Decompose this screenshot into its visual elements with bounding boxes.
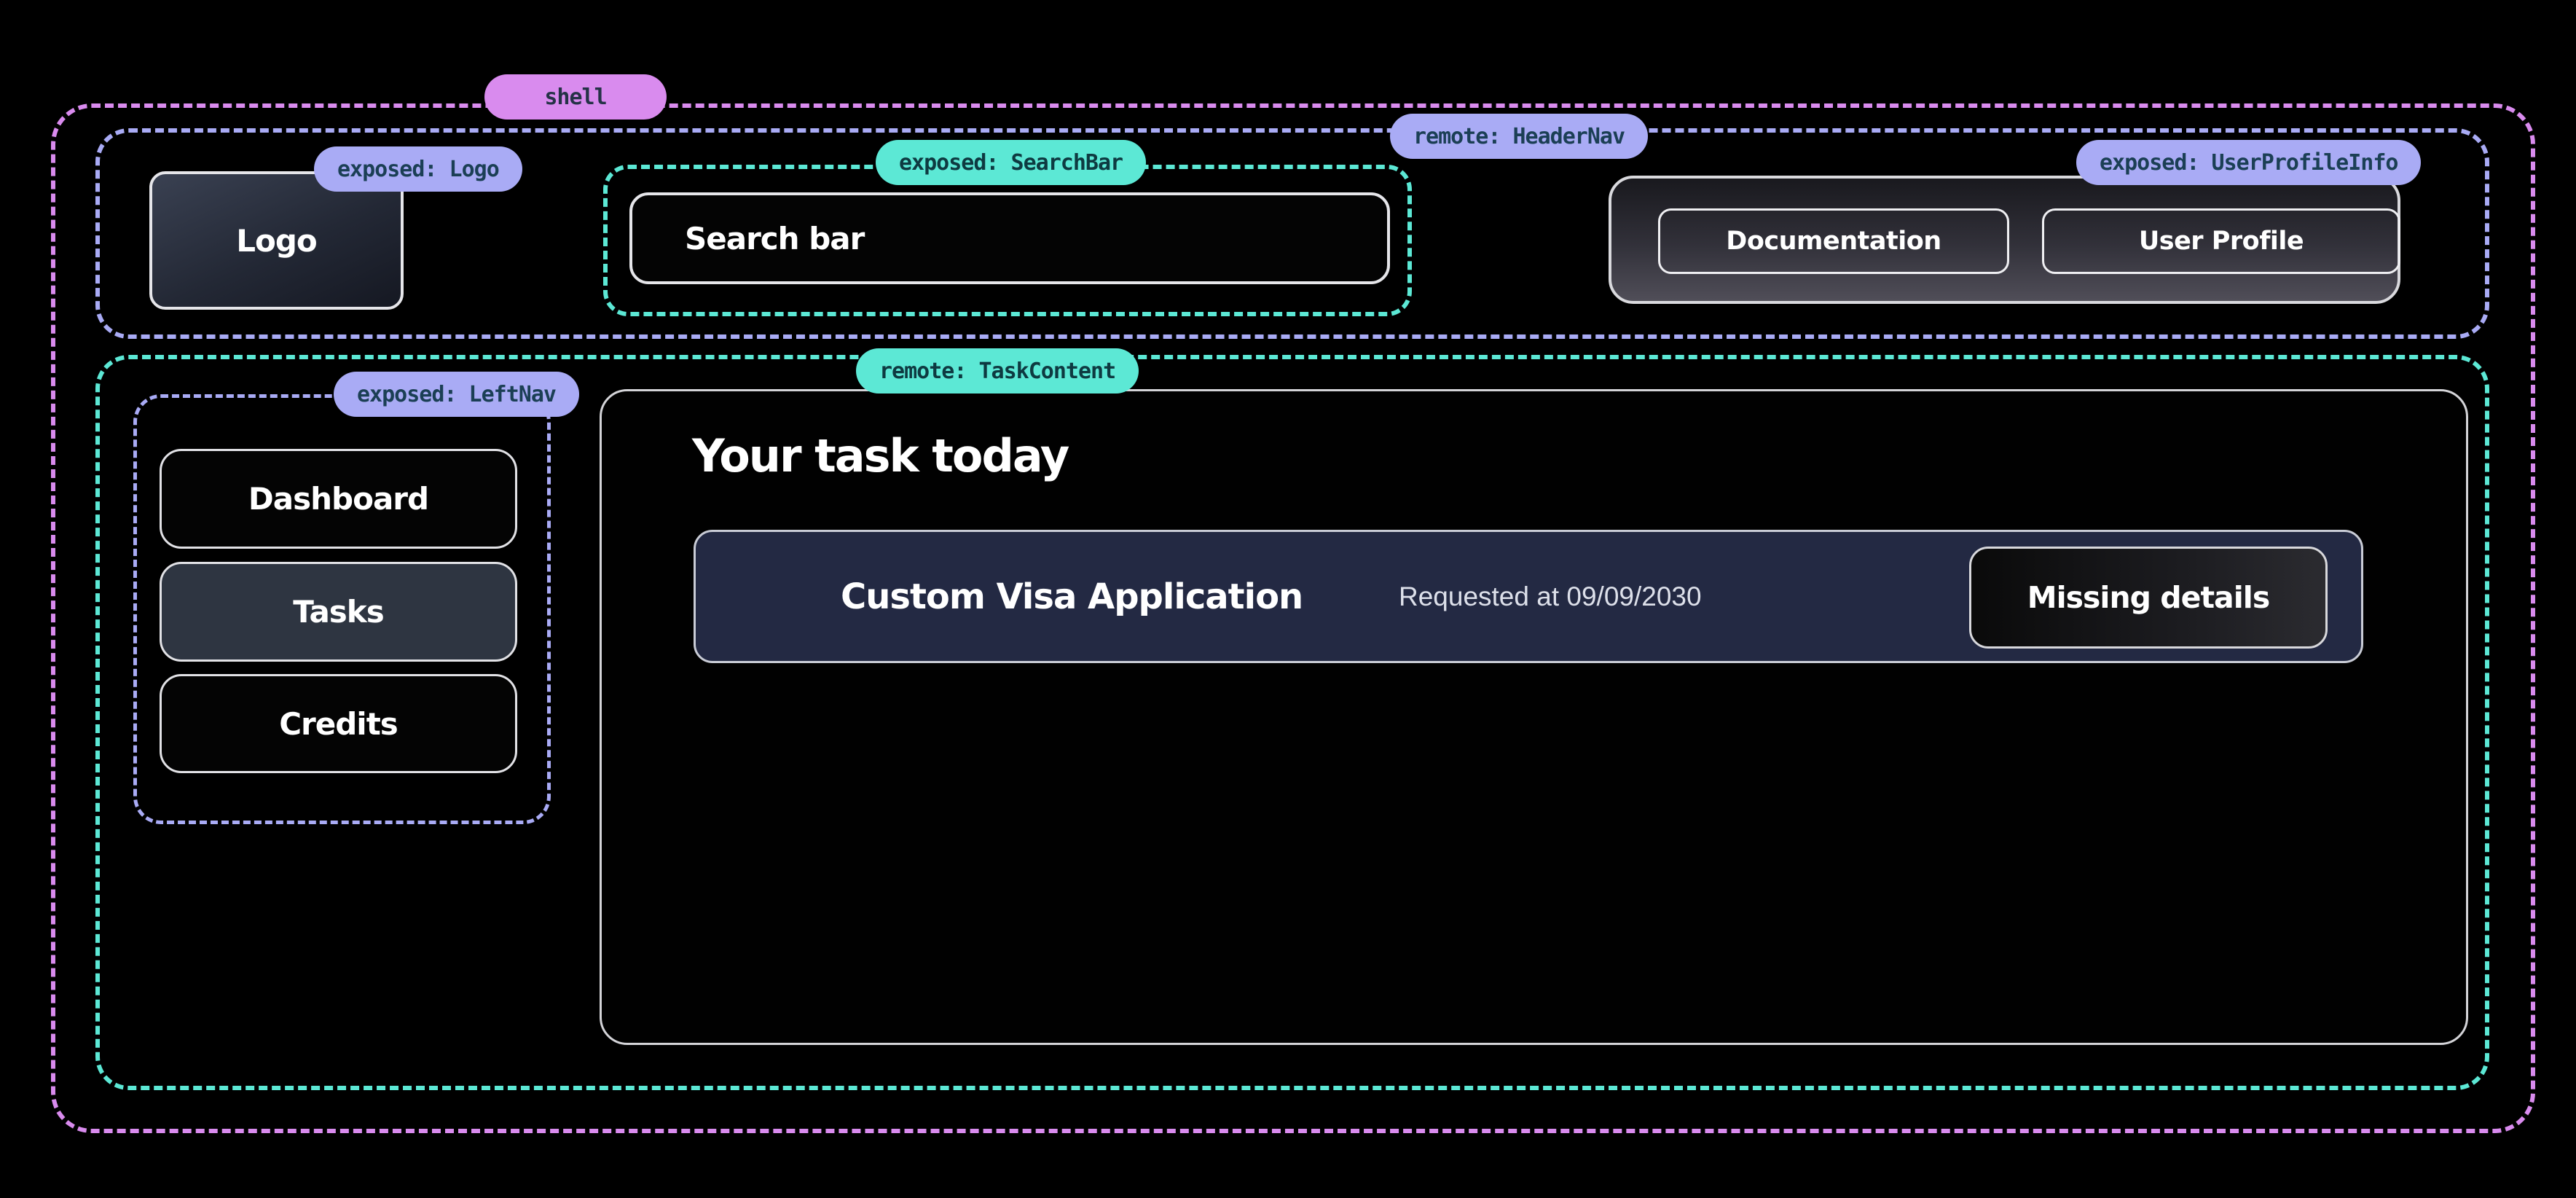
page-title: Your task today (692, 429, 1068, 482)
left-nav-exposed-label-pill: exposed: LeftNav (334, 372, 579, 417)
shell-label-pill: shell (484, 74, 667, 120)
sidebar-item-dashboard[interactable]: Dashboard (160, 449, 517, 549)
task-requested-date: Requested at 09/09/2030 (1399, 532, 1702, 661)
search-input[interactable]: Search bar (629, 192, 1390, 284)
main-content-panel: Your task today Custom Visa Application … (600, 389, 2468, 1045)
user-profile-info-panel: Documentation User Profile (1609, 176, 2400, 304)
sidebar-item-tasks[interactable]: Tasks (160, 562, 517, 662)
header-nav-remote-label-pill: remote: HeaderNav (1390, 114, 1648, 159)
task-name: Custom Visa Application (841, 532, 1303, 661)
logo-text: Logo (236, 223, 317, 259)
page-canvas: shell remote: HeaderNav Logo exposed: Lo… (0, 0, 2576, 1198)
sidebar-item-credits[interactable]: Credits (160, 674, 517, 773)
search-input-placeholder: Search bar (685, 221, 864, 257)
task-row: Custom Visa Application Requested at 09/… (694, 530, 2363, 663)
user-profile-button[interactable]: User Profile (2042, 208, 2400, 274)
missing-details-button[interactable]: Missing details (1969, 547, 2328, 649)
documentation-button[interactable]: Documentation (1658, 208, 2009, 274)
task-content-remote-label-pill: remote: TaskContent (856, 348, 1139, 394)
user-profile-info-exposed-label-pill: exposed: UserProfileInfo (2076, 140, 2421, 185)
search-bar-exposed-label-pill: exposed: SearchBar (876, 140, 1146, 185)
logo: Logo (149, 171, 404, 310)
logo-exposed-label-pill: exposed: Logo (314, 146, 522, 192)
